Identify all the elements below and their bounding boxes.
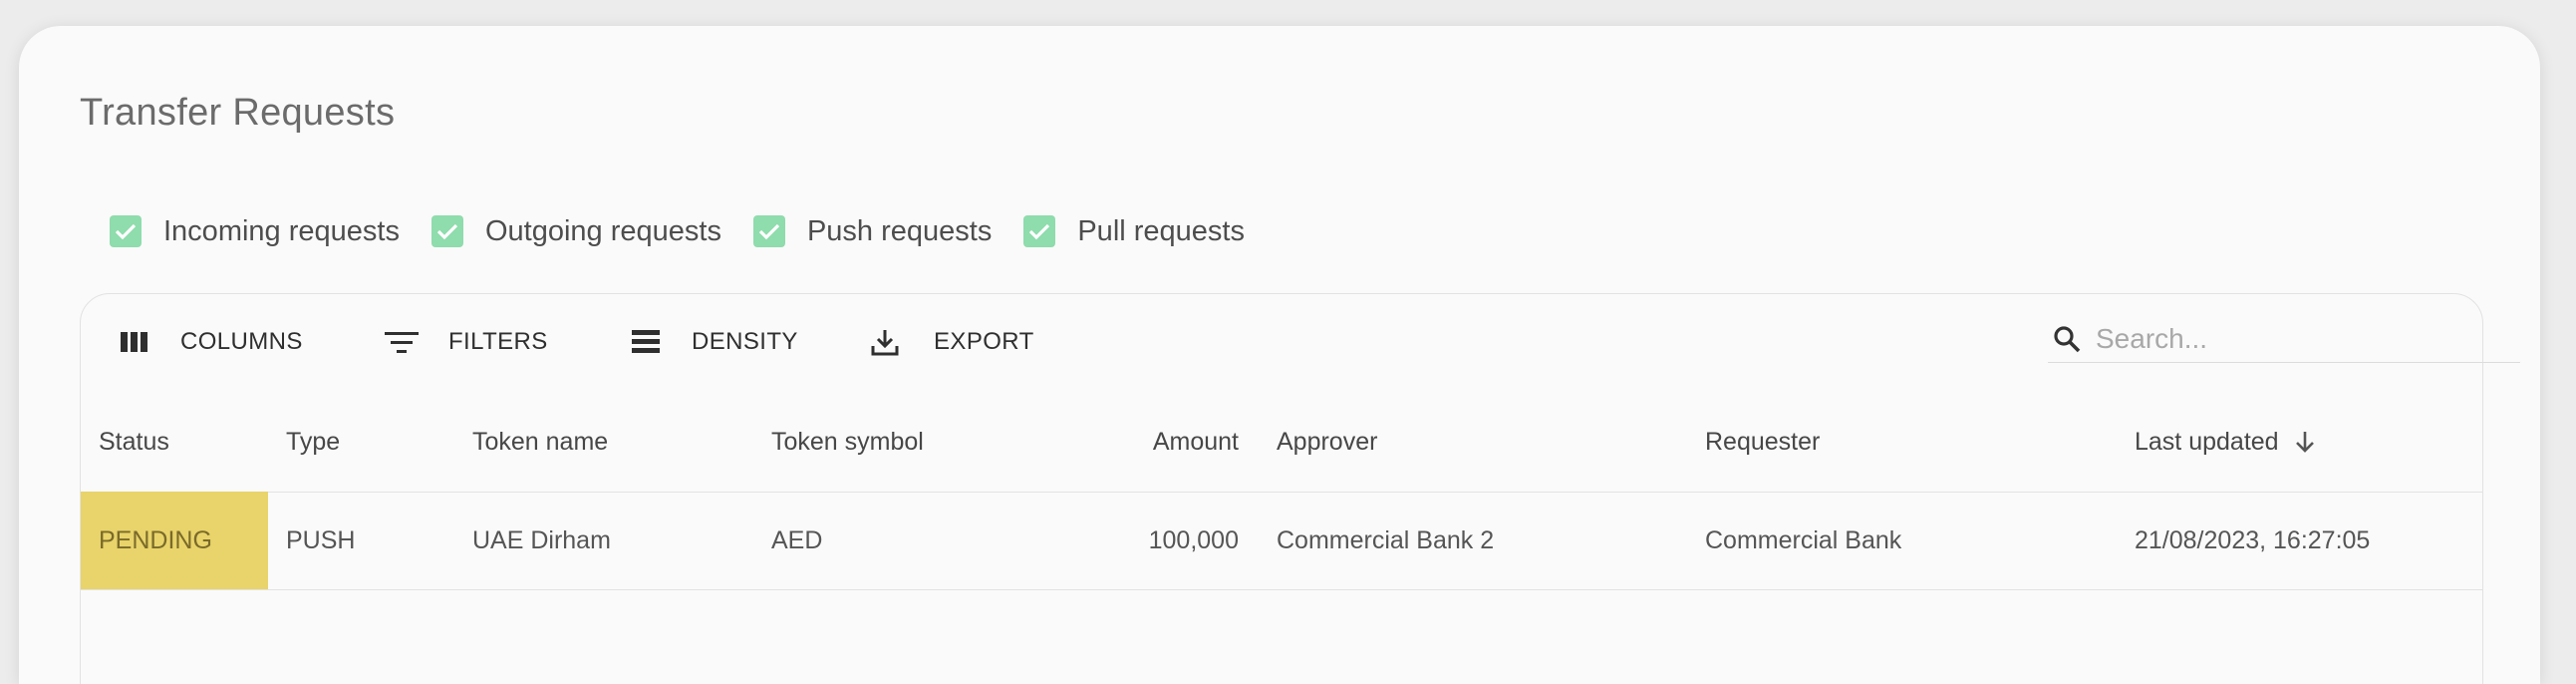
column-header-token-name[interactable]: Token name [472,392,608,492]
density-icon [632,330,660,353]
view-column-icon [121,332,147,352]
column-header-last-updated[interactable]: Last updated [2135,392,2317,492]
amount-cell: 100,000 [1148,525,1239,554]
column-header-amount[interactable]: Amount [1077,392,1239,492]
check-icon [1023,215,1056,247]
transfer-requests-card: Transfer Requests Incoming requests Outg… [19,26,2540,684]
search-icon [2054,326,2081,353]
request-filters: Incoming requests Outgoing requests Push… [110,206,1277,256]
grid-toolbar: COLUMNS FILTERS DENSITY EXPORT Search... [81,294,2520,392]
density-label: DENSITY [692,328,798,355]
approver-cell: Commercial Bank 2 [1277,525,1495,554]
last-updated-cell: 21/08/2023, 16:27:05 [2135,525,2371,554]
columns-button[interactable]: COLUMNS [121,314,303,370]
push-requests-label: Push requests [806,214,993,247]
page-title: Transfer Requests [80,92,396,134]
type-cell: PUSH [286,525,356,554]
push-requests-checkbox[interactable]: Push requests [752,214,993,248]
incoming-requests-label: Incoming requests [163,214,400,247]
column-header-status[interactable]: Status [99,392,169,492]
table-header-row: Status Type Token name Token symbol Amou… [81,392,2482,493]
transfer-requests-grid: COLUMNS FILTERS DENSITY EXPORT Search...… [80,293,2520,684]
outgoing-requests-checkbox[interactable]: Outgoing requests [430,214,721,248]
column-header-type[interactable]: Type [286,392,340,492]
filters-button[interactable]: FILTERS [385,314,548,370]
outgoing-requests-label: Outgoing requests [484,214,721,247]
column-header-token-symbol[interactable]: Token symbol [771,392,924,492]
export-label: EXPORT [934,328,1034,355]
column-header-requester[interactable]: Requester [1705,392,1820,492]
search-box [2048,316,2520,363]
check-icon [752,215,785,247]
pull-requests-label: Pull requests [1077,214,1245,247]
filters-label: FILTERS [448,328,548,355]
incoming-requests-checkbox[interactable]: Incoming requests [110,215,400,248]
export-button[interactable]: EXPORT [870,314,1034,370]
table-row[interactable]: PENDING PUSH UAE Dirham AED 100,000 Comm… [81,492,2482,590]
pull-requests-checkbox[interactable]: Pull requests [1023,215,1245,248]
density-button[interactable]: DENSITY [632,314,798,370]
check-icon [110,215,142,247]
token-symbol-cell: AED [771,525,823,554]
columns-label: COLUMNS [180,328,303,355]
column-header-approver[interactable]: Approver [1277,392,1377,492]
check-icon [430,215,463,247]
filter-list-icon [385,332,419,353]
requester-cell: Commercial Bank [1705,525,1902,554]
search-input[interactable] [2094,322,2516,356]
status-badge: PENDING [81,492,268,589]
arrow-down-icon[interactable] [2293,429,2317,455]
download-icon [871,330,899,356]
last-updated-label: Last updated [2135,427,2279,456]
token-name-cell: UAE Dirham [472,525,611,554]
